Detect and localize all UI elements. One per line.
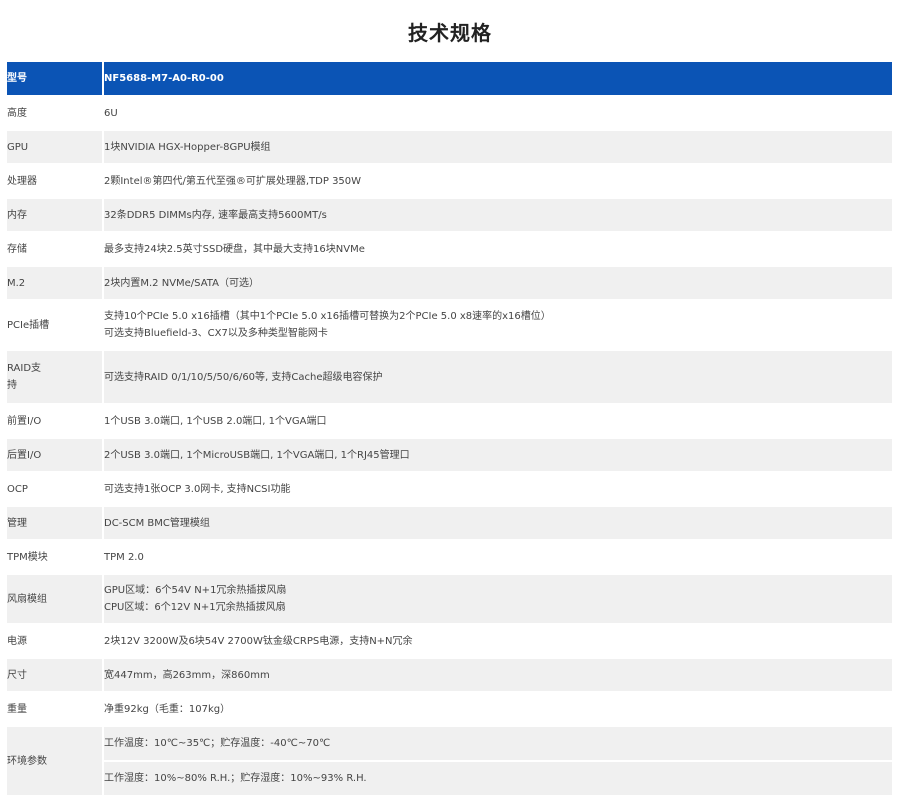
spec-page: 技术规格 型号 NF5688-M7-A0-R0-00 高度 6U GPU 1块N… bbox=[0, 0, 900, 797]
row-value: 2个USB 3.0端口, 1个MicroUSB端口, 1个VGA端口, 1个RJ… bbox=[104, 439, 892, 473]
row-value: 最多支持24块2.5英寸SSD硬盘，其中最大支持16块NVMe bbox=[104, 233, 892, 267]
row-label-line: 持 bbox=[7, 380, 17, 391]
row-label: OCP bbox=[7, 473, 104, 507]
table-row: 重量 净重92kg（毛重：107kg） bbox=[7, 693, 892, 727]
row-label: RAID支 持 bbox=[7, 351, 104, 405]
table-row: RAID支 持 可选支持RAID 0/1/10/5/50/6/60等, 支持Ca… bbox=[7, 351, 892, 405]
header-label: 型号 bbox=[7, 62, 104, 97]
row-value-line: 支持10个PCIe 5.0 x16插槽（其中1个PCIe 5.0 x16插槽可替… bbox=[104, 311, 551, 322]
row-value: DC-SCM BMC管理模组 bbox=[104, 507, 892, 541]
row-label: 重量 bbox=[7, 693, 104, 727]
table-row: PCIe插槽 支持10个PCIe 5.0 x16插槽（其中1个PCIe 5.0 … bbox=[7, 301, 892, 351]
row-label: GPU bbox=[7, 131, 104, 165]
table-row: GPU 1块NVIDIA HGX-Hopper-8GPU模组 bbox=[7, 131, 892, 165]
spec-table: 型号 NF5688-M7-A0-R0-00 高度 6U GPU 1块NVIDIA… bbox=[7, 62, 892, 797]
table-row: 电源 2块12V 3200W及6块54V 2700W钛金级CRPS电源，支持N+… bbox=[7, 625, 892, 659]
row-value: 可选支持1张OCP 3.0网卡, 支持NCSI功能 bbox=[104, 473, 892, 507]
row-label: M.2 bbox=[7, 267, 104, 301]
table-row: 存储 最多支持24块2.5英寸SSD硬盘，其中最大支持16块NVMe bbox=[7, 233, 892, 267]
row-value: 宽447mm，高263mm，深860mm bbox=[104, 659, 892, 693]
row-value-line: 可选支持Bluefield-3、CX7以及多种类型智能网卡 bbox=[104, 328, 328, 339]
table-row: 尺寸 宽447mm，高263mm，深860mm bbox=[7, 659, 892, 693]
row-label: 环境参数 bbox=[7, 727, 104, 797]
row-label: 前置I/O bbox=[7, 405, 104, 439]
row-value: 2块12V 3200W及6块54V 2700W钛金级CRPS电源，支持N+N冗余 bbox=[104, 625, 892, 659]
page-title: 技术规格 bbox=[408, 21, 492, 45]
row-label: 电源 bbox=[7, 625, 104, 659]
row-value: 支持10个PCIe 5.0 x16插槽（其中1个PCIe 5.0 x16插槽可替… bbox=[104, 301, 892, 351]
row-label: 存储 bbox=[7, 233, 104, 267]
row-label: 尺寸 bbox=[7, 659, 104, 693]
row-value: 32条DDR5 DIMMs内存, 速率最高支持5600MT/s bbox=[104, 199, 892, 233]
row-value: 可选支持RAID 0/1/10/5/50/6/60等, 支持Cache超级电容保… bbox=[104, 351, 892, 405]
row-value: 6U bbox=[104, 97, 892, 131]
row-value: 2颗Intel®第四代/第五代至强®可扩展处理器,TDP 350W bbox=[104, 165, 892, 199]
row-value: 工作湿度：10%~80% R.H.；贮存湿度：10%~93% R.H. bbox=[104, 762, 892, 797]
row-label: PCIe插槽 bbox=[7, 301, 104, 351]
row-label: TPM模块 bbox=[7, 541, 104, 575]
table-row: M.2 2块内置M.2 NVMe/SATA（可选） bbox=[7, 267, 892, 301]
row-label: 管理 bbox=[7, 507, 104, 541]
row-value: 净重92kg（毛重：107kg） bbox=[104, 693, 892, 727]
row-label: 高度 bbox=[7, 97, 104, 131]
row-value-line: CPU区域：6个12V N+1冗余热插拔风扇 bbox=[104, 602, 286, 613]
header-value: NF5688-M7-A0-R0-00 bbox=[104, 62, 892, 97]
row-value: TPM 2.0 bbox=[104, 541, 892, 575]
row-label: 后置I/O bbox=[7, 439, 104, 473]
row-label: 处理器 bbox=[7, 165, 104, 199]
row-value-line: GPU区域：6个54V N+1冗余热插拔风扇 bbox=[104, 585, 287, 596]
table-row: 风扇模组 GPU区域：6个54V N+1冗余热插拔风扇 CPU区域：6个12V … bbox=[7, 575, 892, 625]
row-label: 风扇模组 bbox=[7, 575, 104, 625]
row-value: GPU区域：6个54V N+1冗余热插拔风扇 CPU区域：6个12V N+1冗余… bbox=[104, 575, 892, 625]
table-header-row: 型号 NF5688-M7-A0-R0-00 bbox=[7, 62, 892, 97]
table-row: 环境参数 工作温度：10℃~35℃；贮存温度：-40℃~70℃ bbox=[7, 727, 892, 797]
table-row: 后置I/O 2个USB 3.0端口, 1个MicroUSB端口, 1个VGA端口… bbox=[7, 439, 892, 473]
table-row: 管理 DC-SCM BMC管理模组 bbox=[7, 507, 892, 541]
table-row: TPM模块 TPM 2.0 bbox=[7, 541, 892, 575]
row-value: 2块内置M.2 NVMe/SATA（可选） bbox=[104, 267, 892, 301]
table-row: 内存 32条DDR5 DIMMs内存, 速率最高支持5600MT/s bbox=[7, 199, 892, 233]
row-label-line: RAID支 bbox=[7, 363, 42, 374]
row-value: 1块NVIDIA HGX-Hopper-8GPU模组 bbox=[104, 131, 892, 165]
table-row: 处理器 2颗Intel®第四代/第五代至强®可扩展处理器,TDP 350W bbox=[7, 165, 892, 199]
table-row: 工作湿度：10%~80% R.H.；贮存湿度：10%~93% R.H. bbox=[7, 762, 892, 797]
table-row: 高度 6U bbox=[7, 97, 892, 131]
row-label: 内存 bbox=[7, 199, 104, 233]
row-value: 工作温度：10℃~35℃；贮存温度：-40℃~70℃ bbox=[104, 727, 892, 762]
table-row: OCP 可选支持1张OCP 3.0网卡, 支持NCSI功能 bbox=[7, 473, 892, 507]
row-value: 1个USB 3.0端口, 1个USB 2.0端口, 1个VGA端口 bbox=[104, 405, 892, 439]
table-row: 前置I/O 1个USB 3.0端口, 1个USB 2.0端口, 1个VGA端口 bbox=[7, 405, 892, 439]
